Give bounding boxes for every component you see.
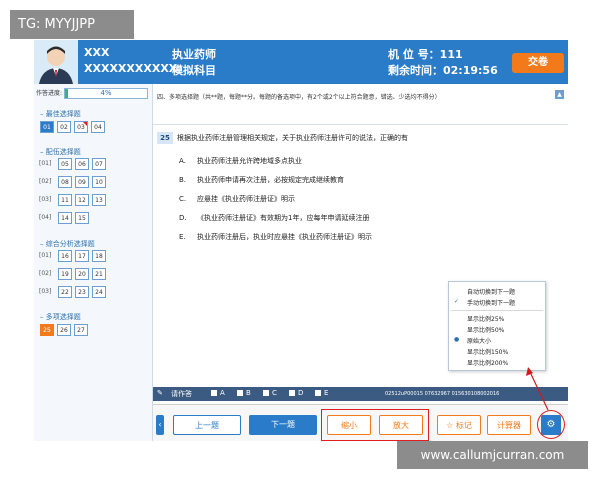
annotation-arrow-icon — [526, 367, 549, 411]
watermark-bottom: www.callumjcurran.com — [397, 441, 588, 469]
